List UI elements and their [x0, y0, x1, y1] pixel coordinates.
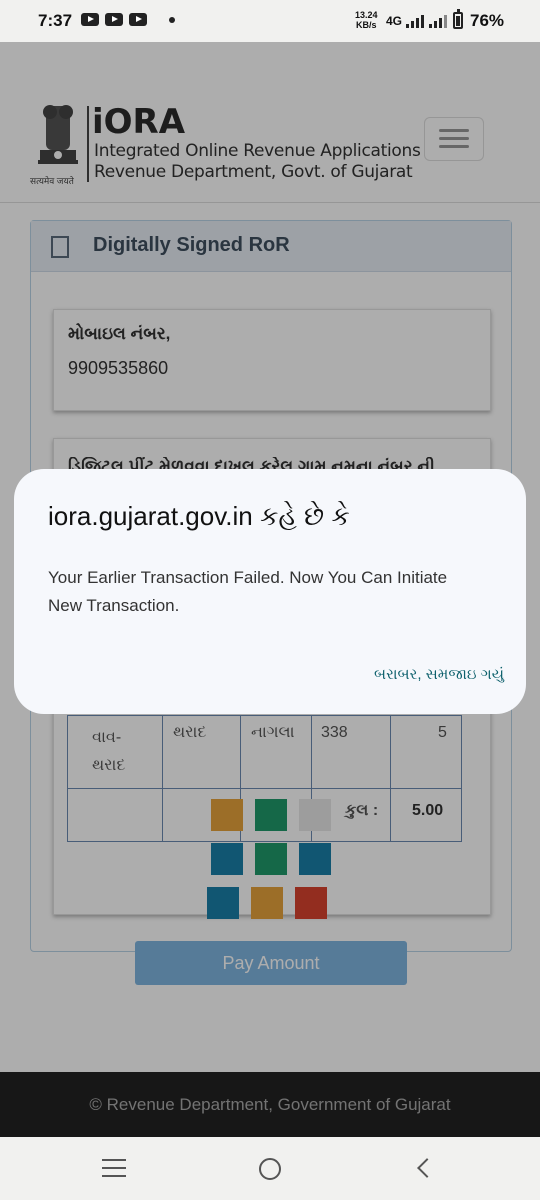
signal-icon [429, 14, 447, 28]
back-icon[interactable] [417, 1158, 437, 1178]
status-bar: 7:37 13.24 KB/s 4G 76% [0, 0, 540, 42]
signal-icon [406, 14, 424, 28]
status-time: 7:37 [38, 11, 73, 30]
recent-apps-icon[interactable] [102, 1159, 126, 1183]
network-type: 4G [386, 14, 403, 28]
home-icon[interactable] [259, 1158, 281, 1180]
notification-dot-icon [169, 17, 175, 23]
battery-percent: 76% [470, 11, 505, 30]
youtube-icon [105, 13, 123, 26]
system-nav-bar [0, 1137, 540, 1200]
alert-dialog: iora.gujarat.gov.in કહે છે કે Your Earli… [14, 469, 526, 714]
battery-icon [453, 9, 463, 29]
dialog-ok-button[interactable]: બરાબર, સમજાઇ ગયું [374, 666, 504, 683]
dialog-message: Your Earlier Transaction Failed. Now You… [48, 568, 448, 615]
network-speed: 13.24 KB/s [355, 10, 378, 30]
youtube-icon [129, 13, 147, 26]
youtube-icon [81, 13, 99, 26]
dialog-title: iora.gujarat.gov.in કહે છે કે [48, 501, 350, 531]
